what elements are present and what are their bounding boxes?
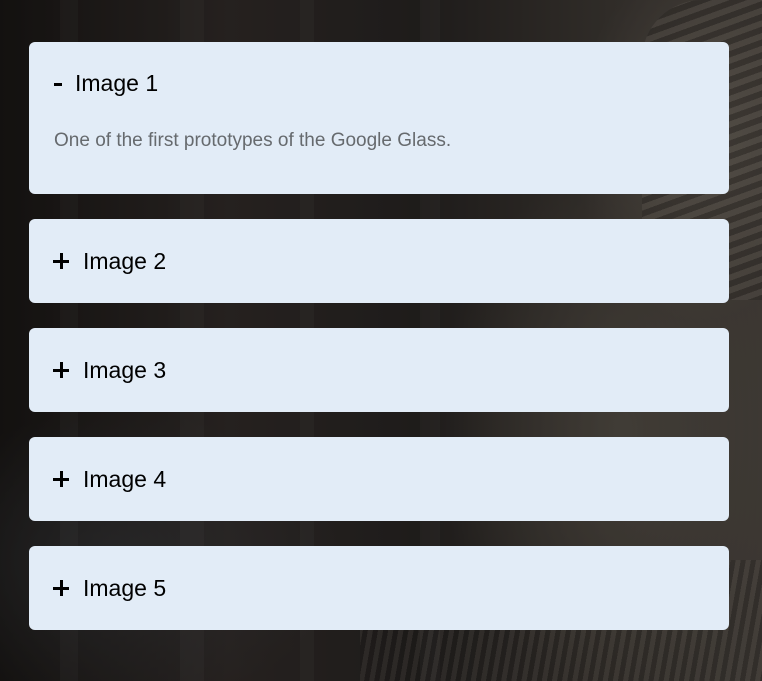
accordion-header-image-5[interactable]: Image 5 bbox=[29, 546, 729, 630]
minus-icon[interactable] bbox=[53, 75, 73, 91]
accordion-item-image-3: Image 3 bbox=[29, 328, 729, 412]
accordion-body-text: One of the first prototypes of the Googl… bbox=[54, 130, 452, 151]
accordion-title: Image 3 bbox=[83, 356, 167, 383]
plus-icon[interactable] bbox=[53, 471, 73, 487]
plus-icon[interactable] bbox=[53, 253, 73, 269]
accordion-header-image-3[interactable]: Image 3 bbox=[29, 328, 729, 412]
accordion-header-image-2[interactable]: Image 2 bbox=[29, 219, 729, 303]
accordion-header-image-1[interactable]: Image 1 bbox=[29, 42, 729, 124]
accordion-header-image-4[interactable]: Image 4 bbox=[29, 437, 729, 521]
accordion-item-image-1: Image 1 One of the first prototypes of t… bbox=[29, 42, 729, 194]
accordion-item-image-4: Image 4 bbox=[29, 437, 729, 521]
accordion: Image 1 One of the first prototypes of t… bbox=[29, 42, 729, 655]
accordion-title: Image 4 bbox=[83, 465, 167, 492]
accordion-item-image-5: Image 5 bbox=[29, 546, 729, 630]
accordion-title: Image 2 bbox=[83, 247, 167, 274]
accordion-title: Image 5 bbox=[83, 574, 167, 601]
accordion-title: Image 1 bbox=[75, 69, 159, 96]
plus-icon[interactable] bbox=[53, 580, 73, 596]
accordion-item-image-2: Image 2 bbox=[29, 219, 729, 303]
plus-icon[interactable] bbox=[53, 362, 73, 378]
